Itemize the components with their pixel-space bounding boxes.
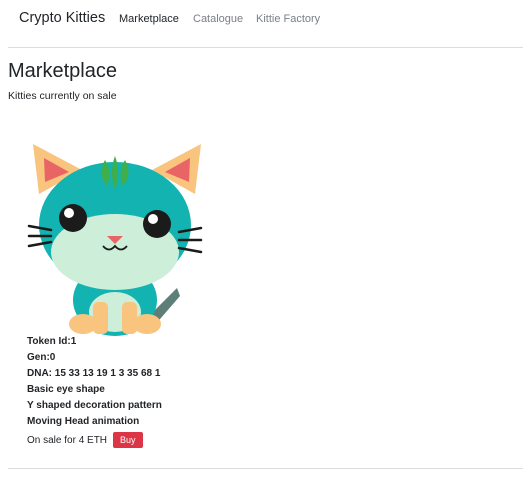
kitty-right-eye [143,210,171,238]
page-subtitle: Kitties currently on sale [8,90,117,102]
kitty-back-paw-right [133,314,161,334]
kitty-decoration-pattern: Y shaped decoration pattern [27,400,162,411]
kitty-token-id: Token Id:1 [27,336,77,347]
kitty-back-paw-left [69,314,97,334]
kitty-animation: Moving Head animation [27,416,140,427]
kitty-left-whiskers [27,224,53,248]
header-divider [8,47,523,48]
kitty-front-paw-right [122,302,137,334]
footer-divider [8,468,523,469]
navbar: Crypto Kitties Marketplace Catalogue Kit… [0,0,523,40]
kitty-image [27,144,203,336]
kitty-eye-shape: Basic eye shape [27,384,105,395]
kitty-left-eye [59,204,87,232]
brand-link[interactable]: Crypto Kitties [19,10,105,26]
kitty-dna: DNA: 15 33 13 19 1 3 35 68 1 [27,368,161,379]
kitty-sale-price: On sale for 4 ETH [27,434,108,446]
buy-button[interactable]: Buy [113,432,143,448]
kitty-front-paw-left [93,302,108,334]
kitty-right-eye-highlight [148,214,158,224]
nav-link-marketplace[interactable]: Marketplace [119,13,179,25]
nav-link-catalogue[interactable]: Catalogue [193,13,243,25]
nav-link-kittie-factory[interactable]: Kittie Factory [256,13,320,25]
page-title: Marketplace [8,60,117,82]
kitty-generation: Gen:0 [27,352,56,363]
kitty-sale-row: On sale for 4 ETH Buy [27,432,143,448]
kitty-left-eye-highlight [64,208,74,218]
